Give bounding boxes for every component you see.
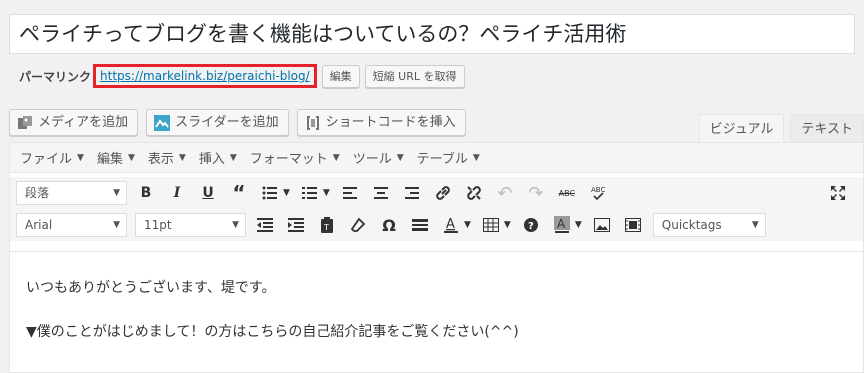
editor-content[interactable]: いつもありがとうございます、堤です。 ▼僕のことがはじめまして！の方はこちらの自… xyxy=(10,251,863,373)
permalink-label: パーマリンク xyxy=(19,69,92,84)
indent-icon[interactable] xyxy=(285,213,307,237)
content-paragraph: いつもありがとうございます、堤です。 xyxy=(26,280,276,296)
menu-tools[interactable]: ツール ▼ xyxy=(353,148,404,167)
numbered-list-icon[interactable] xyxy=(299,181,321,205)
tab-text[interactable]: テキスト xyxy=(790,114,864,143)
unlink-icon[interactable] xyxy=(463,181,485,205)
slider-icon xyxy=(154,114,171,131)
menu-insert[interactable]: 挿入 ▼ xyxy=(199,148,237,167)
caret-down-icon[interactable]: ▼ xyxy=(283,188,290,198)
caret-down-icon[interactable]: ▼ xyxy=(575,220,582,230)
permalink-url-link[interactable]: https://markelink.biz/peraichi-blog/ xyxy=(93,64,317,88)
video-icon[interactable] xyxy=(622,213,644,237)
svg-text:ABC: ABC xyxy=(591,186,605,194)
editor-menubar: ファイル ▼ 編集 ▼ 表示 ▼ 挿入 ▼ フォーマット ▼ ツール ▼ テーブル ▼ xyxy=(10,143,863,173)
underline-icon[interactable]: U xyxy=(197,181,219,205)
shortcode-icon xyxy=(305,115,321,131)
horizontal-rule-icon[interactable] xyxy=(409,213,431,237)
align-left-icon[interactable] xyxy=(339,181,361,205)
font-size-select[interactable]: 11pt ▼ xyxy=(135,213,246,237)
redo-icon[interactable]: ↷ xyxy=(525,181,547,205)
font-family-select[interactable]: Arial ▼ xyxy=(16,213,127,237)
caret-down-icon: ▼ xyxy=(113,220,120,230)
post-title-input[interactable]: ペライチってブログを書く機能はついているの？ペライチ活用術 xyxy=(9,14,855,54)
content-paragraph: ▼僕のことがはじめまして！の方はこちらの自己紹介記事をご覧ください(^^) xyxy=(26,324,519,340)
strikethrough-icon[interactable]: ABC xyxy=(556,181,578,205)
caret-down-icon: ▼ xyxy=(113,188,120,198)
menu-edit[interactable]: 編集 ▼ xyxy=(97,148,135,167)
spellcheck-icon[interactable]: ABC xyxy=(587,181,609,205)
insert-shortcode-button[interactable]: ショートコードを挿入 xyxy=(296,109,466,136)
caret-down-icon: ▼ xyxy=(332,152,340,163)
blockquote-icon[interactable]: “ xyxy=(228,181,250,205)
svg-text:?: ? xyxy=(528,221,534,232)
clear-formatting-icon[interactable] xyxy=(347,213,369,237)
media-buttons: メディアを追加 スライダーを追加 ショートコードを挿入 xyxy=(9,109,474,136)
svg-text:A: A xyxy=(446,217,455,232)
add-media-button[interactable]: メディアを追加 xyxy=(9,109,139,136)
caret-down-icon: ▼ xyxy=(472,152,480,163)
caret-down-icon: ▼ xyxy=(77,152,84,163)
caret-down-icon: ▼ xyxy=(229,152,237,163)
add-slider-button[interactable]: スライダーを追加 xyxy=(146,109,289,136)
align-right-icon[interactable] xyxy=(401,181,423,205)
bold-icon[interactable]: B xyxy=(135,181,157,205)
quicktags-select[interactable]: Quicktags ▼ xyxy=(652,213,766,237)
menu-table[interactable]: テーブル ▼ xyxy=(417,148,480,167)
outdent-icon[interactable] xyxy=(254,213,276,237)
toolbar-row-2: Arial ▼ 11pt ▼ T Ω A ▼ ▼ ? A ▼ Quicktags ▼ xyxy=(10,209,863,241)
caret-down-icon: ▼ xyxy=(178,152,186,163)
editor-tabs: ビジュアル テキスト xyxy=(693,114,864,143)
text-color-icon[interactable]: A xyxy=(440,213,462,237)
svg-text:A: A xyxy=(557,217,566,231)
special-character-icon[interactable]: Ω xyxy=(378,213,400,237)
caret-down-icon[interactable]: ▼ xyxy=(464,220,471,230)
caret-down-icon: ▼ xyxy=(751,220,759,230)
add-media-label: メディアを追加 xyxy=(38,115,129,130)
bullet-list-icon[interactable] xyxy=(259,181,281,205)
paste-text-icon[interactable]: T xyxy=(316,213,338,237)
add-slider-label: スライダーを追加 xyxy=(175,115,279,130)
permalink-edit-button[interactable]: 編集 xyxy=(321,64,360,88)
caret-down-icon[interactable]: ▼ xyxy=(323,188,330,198)
align-center-icon[interactable] xyxy=(370,181,392,205)
toolbar-row-1: 段落 ▼ B I U “ ▼ ▼ ↶ ↷ ABC ABC xyxy=(10,177,863,209)
help-icon[interactable]: ? xyxy=(520,213,542,237)
menu-view[interactable]: 表示 ▼ xyxy=(148,148,186,167)
table-icon[interactable] xyxy=(480,213,502,237)
media-icon xyxy=(17,115,33,131)
caret-down-icon: ▼ xyxy=(396,152,404,163)
editor: ファイル ▼ 編集 ▼ 表示 ▼ 挿入 ▼ フォーマット ▼ ツール ▼ テーブル ▼ 段落 ▼… xyxy=(9,142,864,373)
tab-visual[interactable]: ビジュアル xyxy=(698,114,785,143)
caret-down-icon: ▼ xyxy=(127,152,135,163)
link-icon[interactable] xyxy=(432,181,454,205)
permalink-row: パーマリンク https://markelink.biz/peraichi-bl… xyxy=(19,63,465,89)
fullscreen-icon[interactable] xyxy=(827,181,849,205)
format-select[interactable]: 段落 ▼ xyxy=(16,181,127,205)
menu-format[interactable]: フォーマット ▼ xyxy=(250,148,340,167)
background-color-icon[interactable]: A xyxy=(551,213,573,237)
undo-icon[interactable]: ↶ xyxy=(494,181,516,205)
caret-down-icon: ▼ xyxy=(232,220,239,230)
svg-text:T: T xyxy=(323,223,329,232)
menu-file[interactable]: ファイル ▼ xyxy=(20,148,84,167)
insert-shortcode-label: ショートコードを挿入 xyxy=(325,115,456,130)
get-shortlink-button[interactable]: 短縮 URL を取得 xyxy=(364,64,465,88)
caret-down-icon[interactable]: ▼ xyxy=(504,220,511,230)
italic-icon[interactable]: I xyxy=(166,181,188,205)
image-icon[interactable] xyxy=(591,213,613,237)
